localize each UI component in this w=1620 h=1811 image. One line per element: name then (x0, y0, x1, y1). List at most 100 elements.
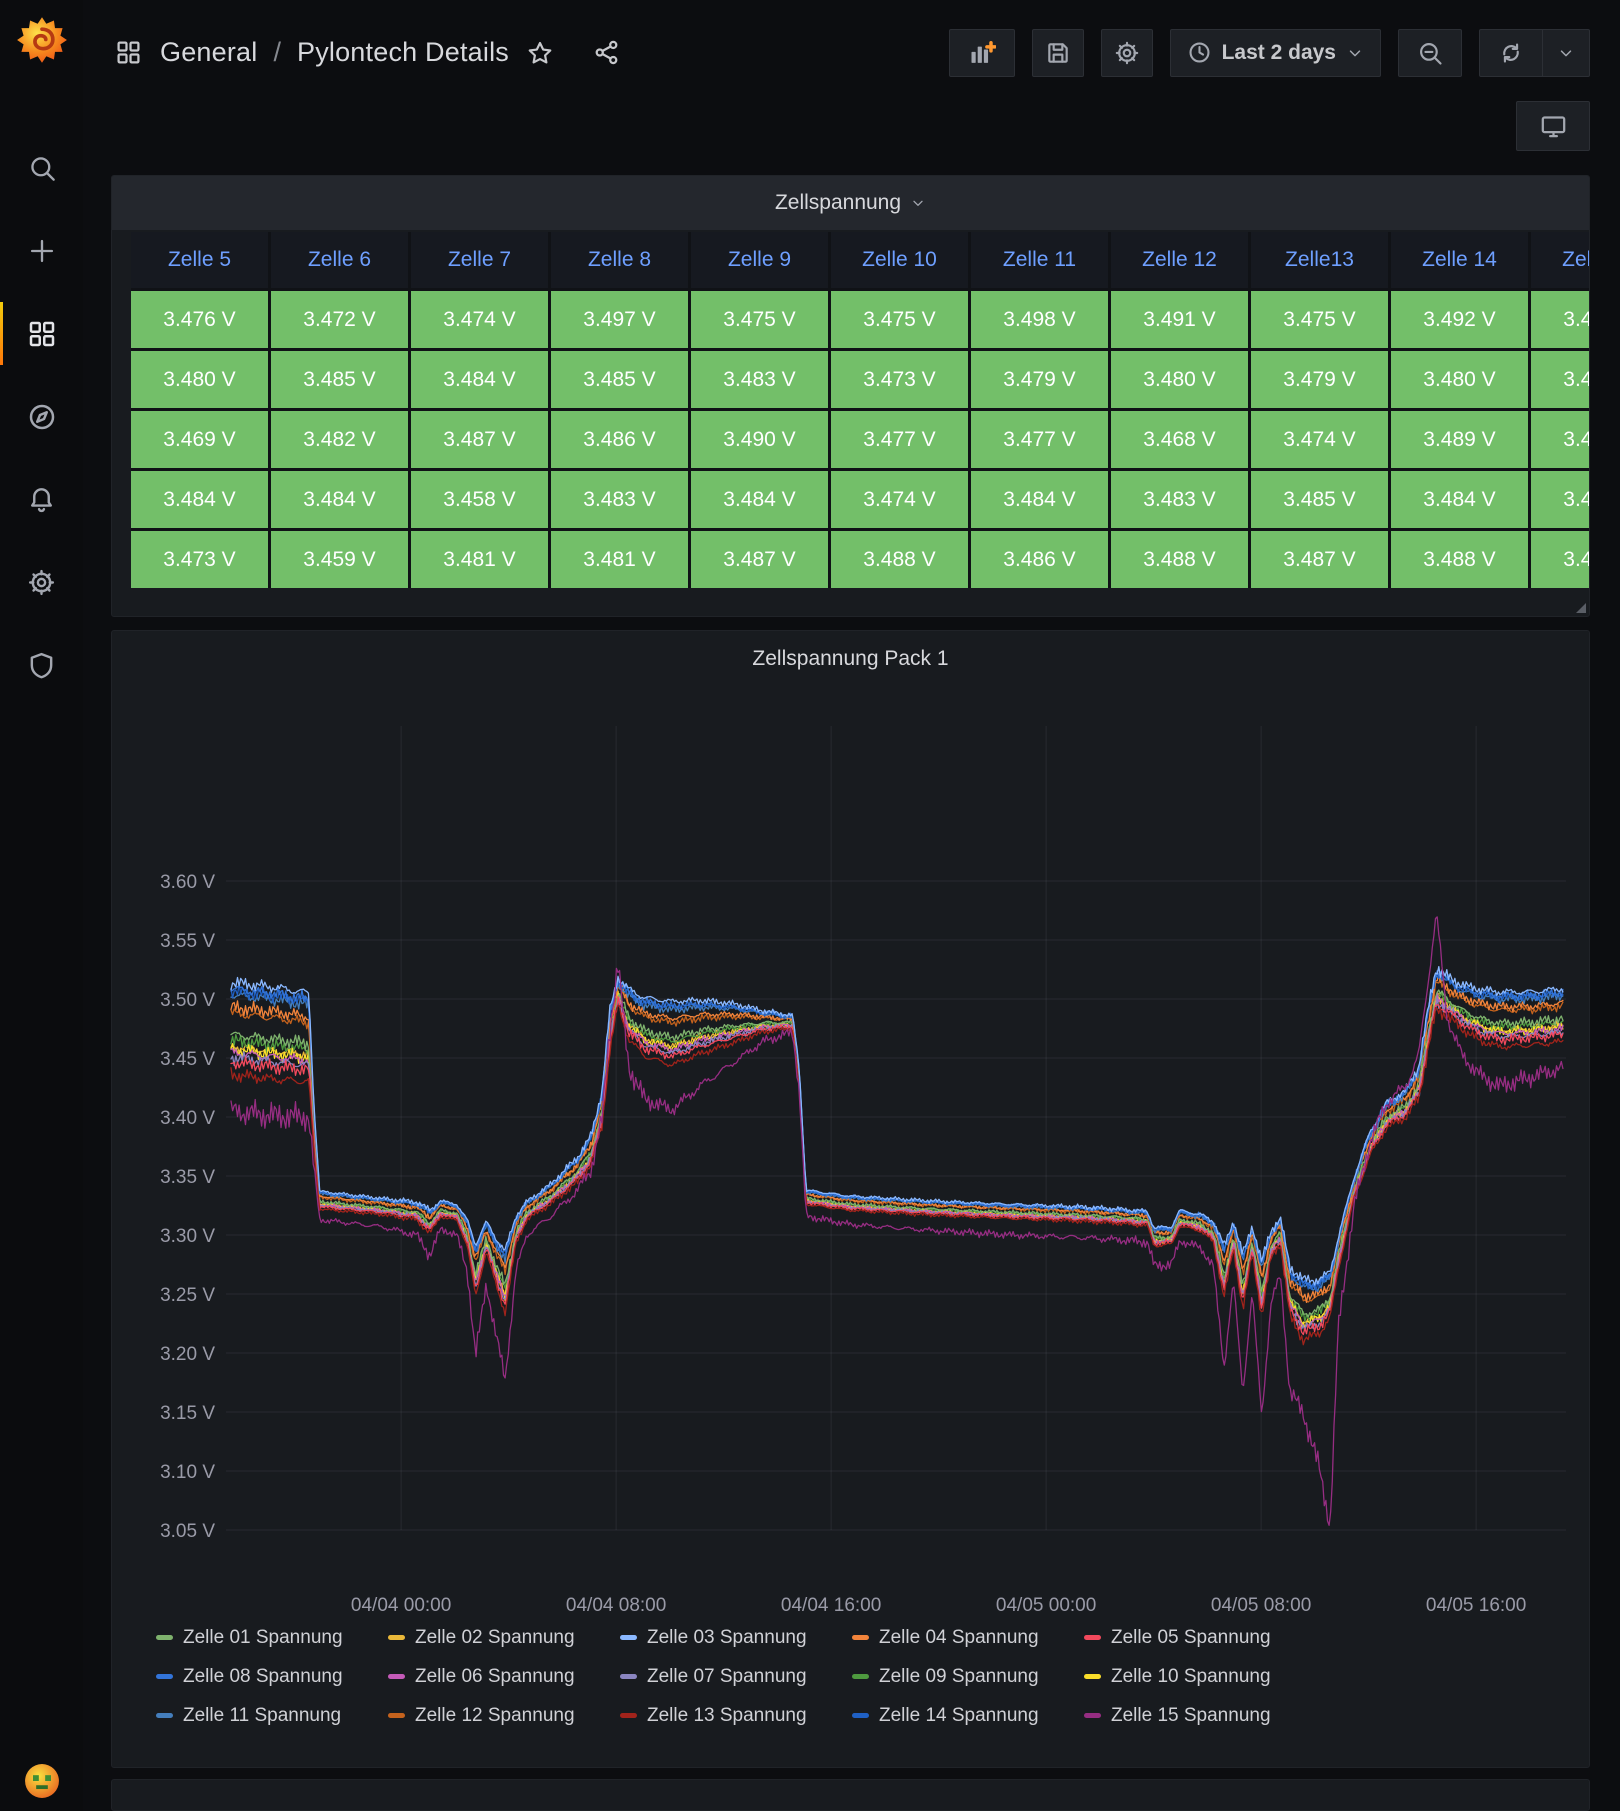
legend-color-swatch (1084, 1635, 1101, 1641)
legend-item[interactable]: Zelle 13 Spannung (620, 1705, 852, 1727)
legend-label: Zelle 08 Spannung (183, 1665, 343, 1687)
kiosk-mode-button[interactable] (1516, 101, 1590, 152)
table-column-header[interactable]: Zelle 12 (1111, 231, 1248, 288)
table-cell: 3.479 V (971, 350, 1108, 408)
plus-icon (30, 239, 53, 262)
table-cell: 3.483 V (1111, 470, 1248, 528)
series-line-zelle-08-spannung (230, 969, 1564, 1289)
refresh-interval-caret[interactable] (1542, 29, 1589, 76)
legend-item[interactable]: Zelle 08 Spannung (156, 1666, 388, 1688)
table-cell: 3.484 V (1391, 470, 1528, 528)
legend-item[interactable]: Zelle 01 Spannung (156, 1627, 388, 1649)
table-column-header[interactable]: Zelle 5 (131, 231, 268, 288)
gear-icon (1115, 41, 1138, 64)
legend-item[interactable]: Zelle 09 Spannung (852, 1666, 1084, 1688)
legend-item[interactable]: Zelle 15 Spannung (1084, 1705, 1316, 1727)
table-cell: 3.498 V (971, 290, 1108, 348)
legend-item[interactable]: Zelle 14 Spannung (852, 1705, 1084, 1727)
legend-item[interactable]: Zelle 07 Spannung (620, 1666, 852, 1688)
save-dashboard-button[interactable] (1031, 28, 1084, 77)
dashboard-settings-button[interactable] (1100, 28, 1153, 77)
table-column-header[interactable]: Zelle13 (1251, 231, 1388, 288)
legend-label: Zelle 04 Spannung (879, 1626, 1039, 1648)
legend-label: Zelle 09 Spannung (879, 1665, 1039, 1687)
refresh-button-group (1479, 28, 1590, 77)
clock-icon (1189, 42, 1210, 63)
compass-icon (29, 404, 54, 429)
y-axis-tick-label: 3.20 V (160, 1344, 215, 1365)
sidebar-item-alerting[interactable] (0, 458, 83, 541)
legend-label: Zelle 10 Spannung (1111, 1665, 1271, 1687)
grafana-logo[interactable] (16, 14, 68, 66)
table-column-header[interactable]: Zelle 14 (1391, 231, 1528, 288)
dashboards-grid-icon (29, 321, 54, 346)
table-panel-zellspannung: Zellspannung Zelle 5 Zelle 6 Zelle 7 Zelle … (111, 174, 1590, 617)
legend-color-swatch (852, 1635, 869, 1641)
legend-color-swatch (620, 1713, 637, 1719)
legend-label: Zelle 05 Spannung (1111, 1626, 1271, 1648)
breadcrumb-dashboards-button[interactable] (111, 35, 146, 70)
table-column-header[interactable]: Zelle 11 (971, 231, 1108, 288)
table-cell: 3.482 V (271, 410, 408, 468)
sidebar-item-explore[interactable] (0, 375, 83, 458)
table-panel-header[interactable]: Zellspannung (112, 175, 1589, 230)
table-cell: 3.481 V (1531, 470, 1589, 528)
favorite-star-button[interactable] (523, 36, 557, 70)
table-cell: 3.474 V (831, 470, 968, 528)
sidebar-item-dashboards[interactable] (0, 292, 83, 375)
sidebar (0, 0, 83, 1811)
search-icon (30, 156, 55, 181)
chevron-down-icon (1349, 49, 1361, 56)
refresh-button[interactable] (1480, 30, 1542, 76)
table-cell: 3.478 V (1531, 290, 1589, 348)
voltage-table: Zelle 5 Zelle 6 Zelle 7 Zelle 8 Zelle 9 Zelle… (131, 231, 1589, 588)
legend-item[interactable]: Zelle 11 Spannung (156, 1705, 388, 1727)
legend-item[interactable]: Zelle 02 Spannung (388, 1627, 620, 1649)
y-axis-tick-label: 3.40 V (160, 1108, 215, 1129)
refresh-icon (1503, 43, 1519, 63)
time-range-picker[interactable]: Last 2 days (1169, 28, 1381, 77)
table-column-header[interactable]: Zelle 9 (691, 231, 828, 288)
legend-item[interactable]: Zelle 03 Spannung (620, 1627, 852, 1649)
table-cell: 3.475 V (1251, 290, 1388, 348)
chart-panel-title[interactable]: Zellspannung Pack 1 (112, 647, 1589, 671)
table-cell: 3.491 V (1111, 290, 1248, 348)
table-cell: 3.476 V (1531, 410, 1589, 468)
series-line-zelle-14-spannung (230, 970, 1564, 1292)
legend-item[interactable]: Zelle 06 Spannung (388, 1666, 620, 1688)
table-cell: 3.483 V (691, 350, 828, 408)
table-column-header[interactable]: Zelle 7 (411, 231, 548, 288)
table-column-header[interactable]: Zelle 10 (831, 231, 968, 288)
zoom-out-button[interactable] (1398, 28, 1462, 77)
legend-item[interactable]: Zelle 12 Spannung (388, 1705, 620, 1727)
legend-label: Zelle 06 Spannung (415, 1665, 575, 1687)
legend-color-swatch (388, 1674, 405, 1680)
legend-label: Zelle 11 Spannung (183, 1704, 342, 1726)
top-navbar: General / Pylontech Details Last 2 days (111, 0, 1590, 101)
user-avatar[interactable] (24, 1763, 60, 1799)
legend-item[interactable]: Zelle 10 Spannung (1084, 1666, 1316, 1688)
series-line-zelle-12-spannung (230, 977, 1564, 1303)
sidebar-item-configuration[interactable] (0, 541, 83, 624)
legend-item[interactable]: Zelle 04 Spannung (852, 1627, 1084, 1649)
panel-resize-handle[interactable] (1576, 602, 1586, 613)
series-line-zelle-04-spannung (230, 973, 1564, 1303)
share-dashboard-button[interactable] (589, 35, 624, 70)
sidebar-item-server-admin[interactable] (0, 624, 83, 707)
legend-label: Zelle 15 Spannung (1111, 1704, 1271, 1726)
table-column-header[interactable]: Zelle 8 (551, 231, 688, 288)
table-column-header[interactable]: Zelle 6 (271, 231, 408, 288)
series-line-zelle-05-spannung (230, 995, 1564, 1335)
sidebar-item-create[interactable] (0, 209, 83, 292)
sidebar-item-search[interactable] (0, 126, 83, 209)
table-cell: 3.472 V (271, 290, 408, 348)
table-column-header[interactable]: Zelle 15 (1531, 231, 1589, 288)
table-cell: 3.475 V (831, 290, 968, 348)
timeseries-chart[interactable]: 3.60 V 3.55 V 3.50 V 3.45 V 3.40 V 3.35 V 3.30… (112, 671, 1589, 1621)
breadcrumb-section[interactable]: General (160, 37, 257, 68)
legend-item[interactable]: Zelle 05 Spannung (1084, 1627, 1316, 1649)
y-axis-tick-label: 3.60 V (160, 872, 215, 893)
table-cell: 3.482 V (1531, 350, 1589, 408)
zoom-out-icon (1420, 42, 1442, 65)
add-panel-button[interactable] (948, 28, 1015, 77)
